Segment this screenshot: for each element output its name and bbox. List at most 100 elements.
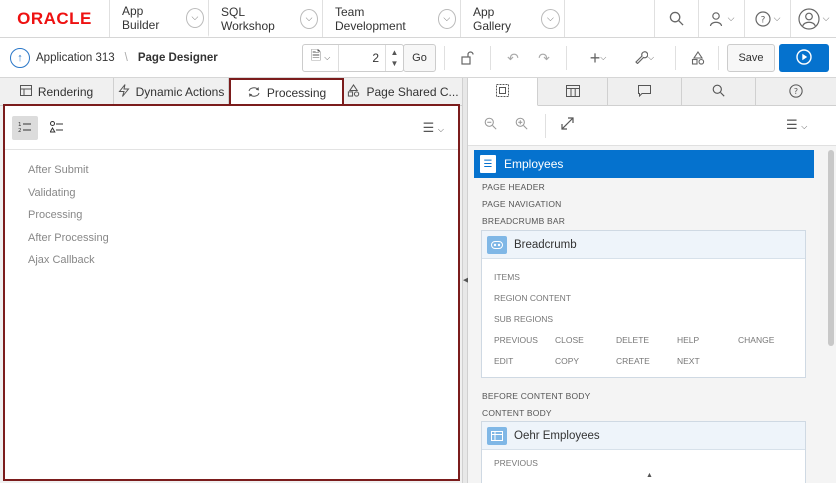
chevron-down-icon: ⌵ xyxy=(324,53,331,62)
document-icon: ☰ xyxy=(480,155,496,173)
list-item[interactable]: Processing xyxy=(28,204,458,227)
list-item[interactable]: After Processing xyxy=(28,227,458,250)
page-list-button[interactable]: 🗎 ⌵ xyxy=(303,45,339,71)
zoom-in-icon[interactable] xyxy=(515,117,528,133)
tab-app-gallery[interactable]: App Gallery ⌵ xyxy=(461,0,565,37)
document-icon: 🗎 xyxy=(310,48,322,63)
breadcrumb: ↑ Application 313 \ Page Designer xyxy=(0,47,218,68)
tab-team-development[interactable]: Team Development ⌵ xyxy=(323,0,461,37)
tab-help[interactable]: ? xyxy=(756,78,836,106)
tab-search[interactable] xyxy=(682,78,756,106)
create-menu-button[interactable]: + ⌵ xyxy=(584,44,612,72)
list-item[interactable]: Ajax Callback xyxy=(28,249,458,272)
process-cycle-icon xyxy=(247,86,261,101)
list-item[interactable]: After Submit xyxy=(28,159,458,182)
position-label[interactable]: BEFORE CONTENT BODY xyxy=(482,391,591,401)
redo-icon[interactable]: ↷ xyxy=(534,44,554,72)
position-label[interactable]: PREVIOUS xyxy=(494,335,538,345)
left-pane: Rendering Dynamic Actions Processing Pag… xyxy=(0,78,462,483)
zoom-out-icon[interactable] xyxy=(484,117,497,133)
chevron-down-icon[interactable]: ⌵ xyxy=(540,8,560,29)
position-label[interactable]: DELETE xyxy=(616,335,649,345)
divider xyxy=(718,46,719,70)
layout-toolbar: ☰ ⌵ xyxy=(468,106,836,146)
shapes-icon xyxy=(347,84,360,100)
grid-icon xyxy=(565,84,580,100)
go-button[interactable]: Go xyxy=(403,44,436,72)
execution-order-view-button[interactable]: 12 xyxy=(12,116,38,140)
vertical-scrollbar[interactable] xyxy=(828,150,834,346)
employees-region[interactable]: Oehr Employees PREVIOUS xyxy=(481,421,806,483)
tab-rendering[interactable]: Rendering xyxy=(0,78,114,106)
chevron-down-icon[interactable]: ⌵ xyxy=(437,8,456,29)
page-number-input[interactable]: 2 xyxy=(339,51,385,65)
save-button[interactable]: Save xyxy=(727,44,775,72)
breadcrumb-region[interactable]: Breadcrumb ITEMS REGION CONTENT SUB REGI… xyxy=(481,230,806,378)
utilities-menu-button[interactable]: ⌵ xyxy=(630,44,658,72)
user-avatar-icon[interactable]: ⌵ xyxy=(790,0,836,37)
oracle-logo[interactable]: ORACLE xyxy=(0,0,110,37)
page-stepper[interactable]: ▲ ▼ xyxy=(385,45,403,71)
tab-component-view[interactable] xyxy=(538,78,608,106)
position-label[interactable]: REGION CONTENT xyxy=(494,293,571,303)
position-label[interactable]: COPY xyxy=(555,356,579,366)
layout-canvas: ☰ Employees PAGE HEADER PAGE NAVIGATION … xyxy=(468,146,826,483)
chevron-down-icon[interactable]: ⌵ xyxy=(300,8,318,29)
position-label[interactable]: HELP xyxy=(677,335,699,345)
lock-icon[interactable] xyxy=(456,44,478,72)
position-label[interactable]: EDIT xyxy=(494,356,513,366)
tab-messages[interactable] xyxy=(608,78,682,106)
tab-page-shared-components[interactable]: Page Shared C... xyxy=(344,78,462,106)
tab-app-builder[interactable]: App Builder ⌵ xyxy=(110,0,209,37)
position-label[interactable]: PAGE NAVIGATION xyxy=(482,199,562,209)
divider xyxy=(490,46,491,70)
layout-icon xyxy=(496,83,509,100)
chevron-down-icon: ⌵ xyxy=(600,53,607,62)
region-header[interactable]: Oehr Employees xyxy=(482,422,805,450)
divider xyxy=(675,46,676,70)
run-page-button[interactable] xyxy=(779,44,829,72)
position-label[interactable]: CREATE xyxy=(616,356,650,366)
breadcrumb-icon xyxy=(487,235,507,254)
position-label[interactable]: SUB REGIONS xyxy=(494,314,553,324)
arrow-up-icon[interactable]: ↑ xyxy=(10,47,30,68)
tab-sql-workshop[interactable]: SQL Workshop ⌵ xyxy=(209,0,323,37)
application-link[interactable]: Application 313 xyxy=(36,52,115,64)
top-navigation-bar: ORACLE App Builder ⌵ SQL Workshop ⌵ Team… xyxy=(0,0,836,38)
list-item[interactable]: Validating xyxy=(28,182,458,205)
help-icon: ? xyxy=(789,83,803,101)
comment-icon xyxy=(638,84,651,100)
chevron-up-icon[interactable]: ▲ xyxy=(391,47,399,58)
collapse-up-icon[interactable]: ▲ xyxy=(646,472,653,479)
chevron-down-icon: ⌵ xyxy=(801,122,808,131)
tab-layout[interactable] xyxy=(468,78,538,106)
chevron-down-icon[interactable]: ▼ xyxy=(391,58,399,69)
help-icon[interactable]: ? ⌵ xyxy=(744,0,790,37)
table-icon xyxy=(19,85,32,99)
chevron-down-icon: ⌵ xyxy=(822,13,830,23)
component-type-view-button[interactable] xyxy=(44,116,70,140)
region-header[interactable]: Breadcrumb xyxy=(482,231,805,259)
lightning-icon xyxy=(118,84,130,100)
menu-icon[interactable]: ☰ ⌵ xyxy=(786,117,807,133)
chevron-down-icon: ⌵ xyxy=(727,13,735,23)
search-icon[interactable] xyxy=(654,0,698,37)
tab-dynamic-actions[interactable]: Dynamic Actions xyxy=(114,78,229,106)
position-label[interactable]: PAGE HEADER xyxy=(482,182,545,192)
position-label[interactable]: ITEMS xyxy=(494,272,520,282)
expand-icon[interactable] xyxy=(561,117,574,133)
position-label[interactable]: BREADCRUMB BAR xyxy=(482,216,565,226)
user-settings-icon[interactable]: ⌵ xyxy=(698,0,744,37)
page-header-bar[interactable]: ☰ Employees xyxy=(474,150,814,178)
position-label[interactable]: CLOSE xyxy=(555,335,584,345)
position-label[interactable]: CONTENT BODY xyxy=(482,408,552,418)
position-label[interactable]: PREVIOUS xyxy=(494,458,538,468)
undo-icon[interactable]: ↶ xyxy=(503,44,523,72)
position-label[interactable]: NEXT xyxy=(677,356,700,366)
position-label[interactable]: CHANGE xyxy=(738,335,774,345)
shared-components-icon[interactable] xyxy=(688,44,708,72)
chevron-down-icon[interactable]: ⌵ xyxy=(185,7,204,28)
processing-toolbar: 12 ☰ ⌵ xyxy=(5,106,458,150)
tab-processing[interactable]: Processing xyxy=(229,78,344,106)
menu-icon[interactable]: ☰ ⌵ xyxy=(423,120,444,136)
